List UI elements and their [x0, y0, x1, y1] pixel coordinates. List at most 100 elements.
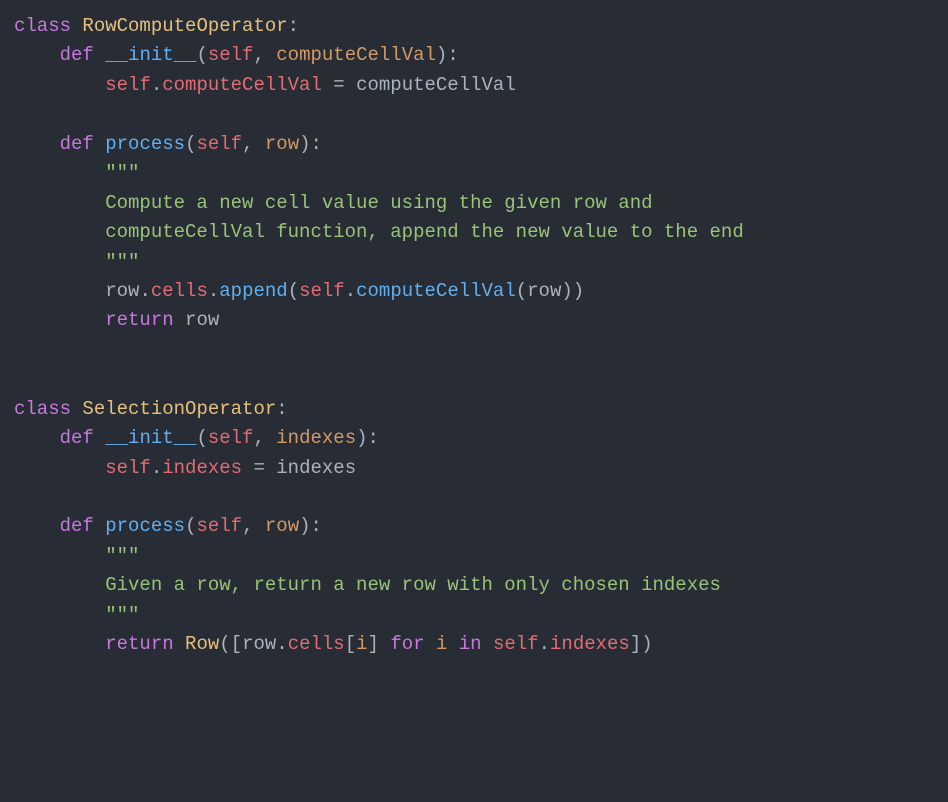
token-ident	[14, 633, 105, 655]
code-line[interactable]: """	[14, 251, 139, 273]
token-punct: (	[185, 133, 196, 155]
token-keyword: def	[60, 44, 94, 66]
token-punct: (	[516, 280, 527, 302]
token-ident: computeCellVal	[356, 74, 516, 96]
token-ident	[14, 545, 105, 567]
token-self: self	[299, 280, 345, 302]
code-line[interactable]: self.computeCellVal = computeCellVal	[14, 74, 516, 96]
token-punct: :	[276, 398, 287, 420]
token-punct: =	[322, 74, 356, 96]
token-punct: ]	[368, 633, 391, 655]
token-keyword: class	[14, 15, 71, 37]
token-punct: ):	[356, 427, 379, 449]
token-ident	[14, 221, 105, 243]
token-funcname: __init__	[105, 44, 196, 66]
code-line[interactable]: """	[14, 604, 139, 626]
token-ident	[14, 515, 60, 537]
token-punct: ,	[253, 427, 276, 449]
token-string: """	[105, 604, 139, 626]
token-punct: .	[208, 280, 219, 302]
token-attr: indexes	[162, 457, 242, 479]
code-line[interactable]: row.cells.append(self.computeCellVal(row…	[14, 280, 584, 302]
token-punct: .	[151, 457, 162, 479]
token-funcname: process	[105, 515, 185, 537]
token-punct: =	[242, 457, 276, 479]
token-keyword: class	[14, 398, 71, 420]
token-self: self	[493, 633, 539, 655]
token-ident	[94, 133, 105, 155]
token-punct: .	[276, 633, 287, 655]
token-keyword: for	[390, 633, 424, 655]
token-ident	[447, 633, 458, 655]
token-ident: indexes	[276, 457, 356, 479]
code-line[interactable]: Given a row, return a new row with only …	[14, 574, 721, 596]
token-ident: row	[527, 280, 561, 302]
token-keyword: def	[60, 133, 94, 155]
token-punct: :	[288, 15, 299, 37]
token-ident	[14, 280, 105, 302]
token-self: self	[208, 427, 254, 449]
token-keyword: def	[60, 515, 94, 537]
code-line[interactable]: def process(self, row):	[14, 133, 322, 155]
token-punct: (	[288, 280, 299, 302]
token-ident	[94, 515, 105, 537]
token-punct: ):	[299, 515, 322, 537]
token-ident	[174, 633, 185, 655]
token-ident	[425, 633, 436, 655]
code-line[interactable]: def __init__(self, indexes):	[14, 427, 379, 449]
token-param: indexes	[276, 427, 356, 449]
code-line[interactable]: """	[14, 162, 139, 184]
code-line[interactable]: def process(self, row):	[14, 515, 322, 537]
code-line[interactable]: return row	[14, 309, 219, 331]
token-param: computeCellVal	[276, 44, 436, 66]
token-self: self	[196, 515, 242, 537]
token-param: row	[265, 133, 299, 155]
token-ident	[14, 44, 60, 66]
token-ident	[14, 251, 105, 273]
token-punct: .	[539, 633, 550, 655]
token-keyword: def	[60, 427, 94, 449]
token-ident: row	[105, 280, 139, 302]
token-ident: row	[174, 309, 220, 331]
token-punct: ):	[436, 44, 459, 66]
token-ident	[94, 427, 105, 449]
token-classname: SelectionOperator	[82, 398, 276, 420]
token-ident	[71, 398, 82, 420]
token-ident	[14, 162, 105, 184]
code-line[interactable]: computeCellVal function, append the new …	[14, 221, 744, 243]
token-ident	[14, 457, 105, 479]
token-string: """	[105, 545, 139, 567]
token-self: self	[105, 74, 151, 96]
token-punct: ([	[219, 633, 242, 655]
token-punct: .	[139, 280, 150, 302]
token-ident	[14, 604, 105, 626]
token-attr: indexes	[550, 633, 630, 655]
token-keyword: in	[459, 633, 482, 655]
token-funcname: computeCellVal	[356, 280, 516, 302]
token-ident: row	[242, 633, 276, 655]
token-param: row	[265, 515, 299, 537]
token-string: """	[105, 162, 139, 184]
token-ident	[71, 15, 82, 37]
token-punct: (	[196, 44, 207, 66]
token-punct: [	[345, 633, 356, 655]
token-keyword: return	[105, 633, 173, 655]
token-string: computeCellVal function, append the new …	[105, 221, 744, 243]
token-punct: (	[185, 515, 196, 537]
token-funcname: append	[219, 280, 287, 302]
token-param: i	[356, 633, 367, 655]
code-line[interactable]: class SelectionOperator:	[14, 398, 288, 420]
token-punct: ,	[253, 44, 276, 66]
code-line[interactable]: class RowComputeOperator:	[14, 15, 299, 37]
code-line[interactable]: return Row([row.cells[i] for i in self.i…	[14, 633, 653, 655]
code-line[interactable]: Compute a new cell value using the given…	[14, 192, 653, 214]
code-line[interactable]: """	[14, 545, 139, 567]
code-line[interactable]: self.indexes = indexes	[14, 457, 356, 479]
token-classname: RowComputeOperator	[82, 15, 287, 37]
token-ident	[14, 309, 105, 331]
code-editor[interactable]: class RowComputeOperator: def __init__(s…	[0, 0, 948, 672]
token-ident	[14, 192, 105, 214]
token-ident	[14, 133, 60, 155]
token-string: """	[105, 251, 139, 273]
code-line[interactable]: def __init__(self, computeCellVal):	[14, 44, 459, 66]
